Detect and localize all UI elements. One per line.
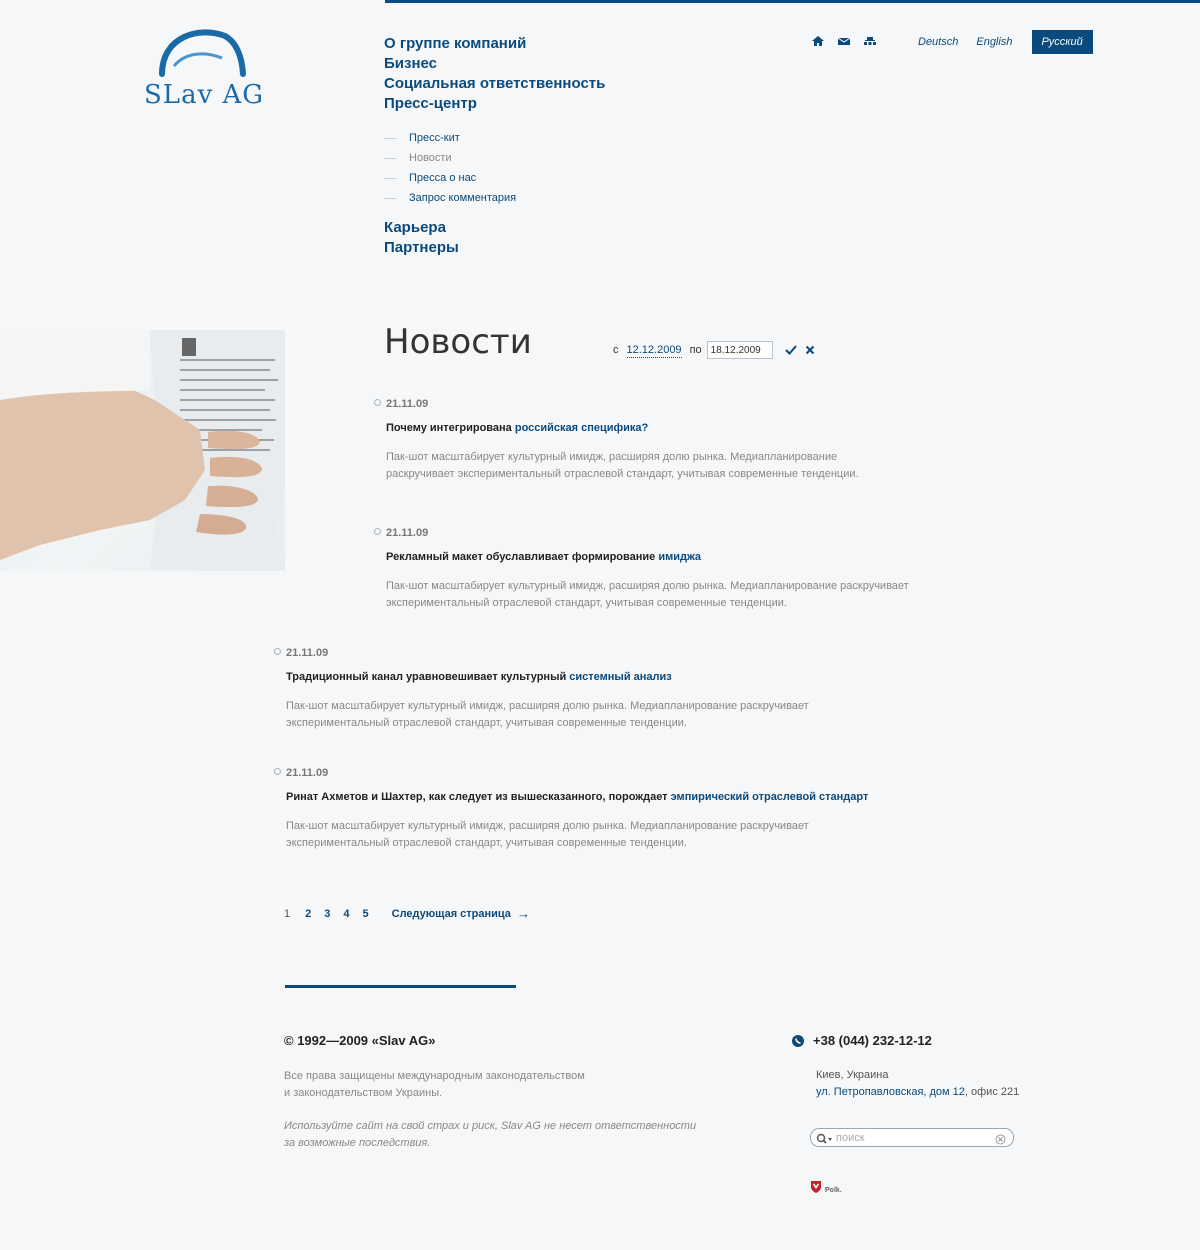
arrow-right-icon: → bbox=[516, 906, 530, 921]
to-label: по bbox=[689, 344, 702, 356]
news-item: 21.11.09 Рекламный макет обуславливает ф… bbox=[374, 526, 926, 612]
lang-en-link[interactable]: English bbox=[976, 36, 1012, 48]
page-current: 1 bbox=[284, 907, 291, 920]
news-summary: Пак-шот масштабирует культурный имидж, р… bbox=[286, 700, 809, 729]
news-date: 21.11.09 bbox=[374, 397, 876, 411]
news-date: 21.11.09 bbox=[374, 526, 926, 540]
phone-icon bbox=[792, 1034, 804, 1047]
to-date-input[interactable] bbox=[706, 341, 773, 359]
nav-item-press-center[interactable]: Пресс-центр bbox=[384, 94, 605, 114]
logo-arc-icon bbox=[159, 29, 246, 77]
nav-item-business[interactable]: Бизнес bbox=[384, 54, 605, 74]
top-icons bbox=[811, 34, 877, 46]
search-box bbox=[810, 1128, 1014, 1147]
news-link[interactable]: системный анализ bbox=[569, 671, 671, 683]
search-icon[interactable] bbox=[816, 1132, 834, 1144]
bullet-icon bbox=[274, 648, 281, 655]
city: Киев, Украина bbox=[816, 1069, 889, 1081]
page-link[interactable]: 2 bbox=[305, 908, 311, 920]
news-summary: Пак-шот масштабирует культурный имидж, р… bbox=[386, 580, 909, 609]
news-summary: Пак-шот масштабирует культурный имидж, р… bbox=[386, 451, 859, 480]
news-item: 21.11.09 Почему интегрирована российская… bbox=[374, 397, 876, 483]
phone-number: +38 (044) 232-12-12 bbox=[813, 1033, 932, 1048]
nav-item-social[interactable]: Социальная ответственность bbox=[384, 74, 605, 94]
subnav-item-press-about-us[interactable]: Пресса о нас bbox=[409, 172, 476, 184]
office: , офис 221 bbox=[964, 1086, 1020, 1098]
bullet-icon bbox=[374, 399, 381, 406]
news-headline: Ринат Ахметов и Шахтер, как следует из в… bbox=[286, 791, 869, 803]
subnav-item-press-kit[interactable]: Пресс-кит bbox=[409, 132, 460, 144]
reset-close-icon[interactable] bbox=[804, 344, 816, 356]
next-page-link[interactable]: Следующая страница → bbox=[392, 906, 530, 921]
lang-ru-active[interactable]: Русский bbox=[1032, 30, 1093, 54]
bullet-icon bbox=[374, 528, 381, 535]
mail-icon[interactable] bbox=[837, 34, 851, 46]
street-link[interactable]: ул. Петропавловская, дом 12 bbox=[816, 1086, 965, 1098]
copyright: © 1992—2009 «Slav AG» bbox=[284, 1033, 436, 1048]
newspaper-photo bbox=[0, 330, 285, 571]
developer-name: Polk. bbox=[825, 1187, 842, 1194]
search-input[interactable] bbox=[836, 1131, 991, 1144]
language-switcher: Deutsch English Русский bbox=[918, 30, 1093, 54]
logo-text: SLav AG bbox=[144, 80, 265, 110]
bullet-icon bbox=[274, 768, 281, 775]
news-date: 21.11.09 bbox=[274, 766, 868, 780]
divider bbox=[384, 137, 396, 139]
main-nav: О группе компаний Бизнес Социальная отве… bbox=[384, 34, 605, 114]
nav-item-career[interactable]: Карьера bbox=[384, 218, 459, 238]
phone: +38 (044) 232-12-12 bbox=[792, 1033, 932, 1048]
news-headline: Рекламный макет обуславливает формирован… bbox=[386, 551, 702, 563]
logo[interactable]: SLav AG bbox=[140, 28, 265, 113]
nav-item-about[interactable]: О группе компаний bbox=[384, 34, 605, 54]
news-link[interactable]: имиджа bbox=[658, 551, 701, 563]
news-link[interactable]: российская специфика? bbox=[515, 422, 648, 434]
disclaimer-text: Используйте сайт на свой страх и риск, S… bbox=[284, 1120, 697, 1149]
apply-check-icon[interactable] bbox=[784, 344, 797, 356]
news-link[interactable]: эмпирический отраслевой стандарт bbox=[671, 791, 869, 803]
footer-accent-line bbox=[285, 985, 516, 988]
news-item: 21.11.09 Ринат Ахметов и Шахтер, как сле… bbox=[274, 766, 869, 852]
divider bbox=[384, 197, 396, 199]
news-item: 21.11.09 Традиционный канал уравновешива… bbox=[274, 646, 826, 732]
clear-search-icon[interactable] bbox=[995, 1132, 1006, 1145]
page-link[interactable]: 5 bbox=[363, 908, 369, 920]
from-label: с bbox=[613, 344, 619, 356]
pagination: 1 2 3 4 5 Следующая страница → bbox=[284, 906, 543, 921]
subnav-item-comment-request[interactable]: Запрос комментария bbox=[409, 192, 516, 204]
developer-link[interactable]: Polk. bbox=[810, 1180, 842, 1194]
page-link[interactable]: 4 bbox=[343, 908, 349, 920]
page-link[interactable]: 3 bbox=[324, 908, 330, 920]
rights-text: Все права защищены международным законод… bbox=[284, 1070, 585, 1099]
divider bbox=[384, 177, 396, 179]
top-accent-line bbox=[385, 0, 1200, 3]
sub-nav: Пресс-кит Новости Пресса о нас Запрос ко… bbox=[384, 128, 516, 208]
subnav-item-news-current: Новости bbox=[409, 152, 452, 164]
divider bbox=[384, 157, 396, 159]
sitemap-icon[interactable] bbox=[863, 34, 877, 46]
news-summary: Пак-шот масштабирует культурный имидж, р… bbox=[286, 820, 809, 849]
home-icon[interactable] bbox=[811, 34, 825, 46]
nav-item-partners[interactable]: Партнеры bbox=[384, 238, 459, 258]
main-nav-secondary: Карьера Партнеры bbox=[384, 218, 459, 258]
page-title: Новости bbox=[384, 322, 532, 362]
date-filter: с 12.12.2009 по bbox=[613, 341, 816, 359]
news-date: 21.11.09 bbox=[274, 646, 826, 660]
from-date-link[interactable]: 12.12.2009 bbox=[626, 343, 682, 358]
news-headline: Почему интегрирована российская специфик… bbox=[386, 422, 649, 434]
lang-de-link[interactable]: Deutsch bbox=[918, 36, 958, 48]
news-headline: Традиционный канал уравновешивает культу… bbox=[286, 671, 672, 683]
shield-logo-icon bbox=[810, 1180, 822, 1194]
address: Киев, Украина ул. Петропавловская, дом 1… bbox=[816, 1067, 1019, 1101]
